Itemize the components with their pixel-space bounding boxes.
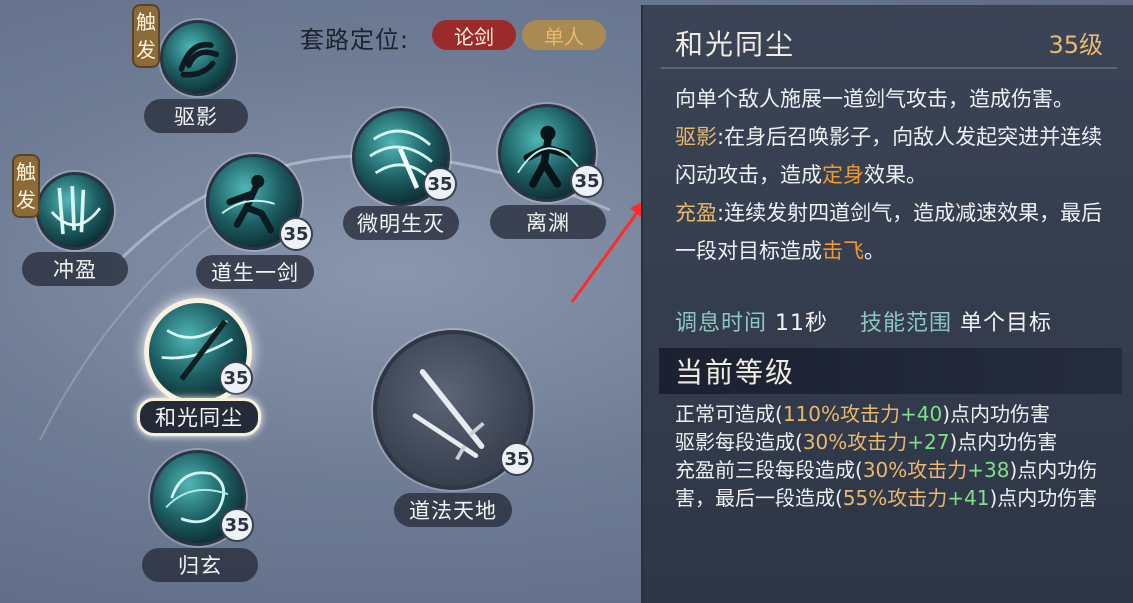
line-text: )点内功伤害 [989,486,1098,510]
qu-ying-label: 驱影 [675,125,717,149]
tag-solo: 单人 [522,20,606,50]
range-label: 技能范围 [860,311,953,336]
skill-stats: 调息时间 11秒 技能范围 单个目标 [675,305,1052,337]
skill-node-chong-ying[interactable] [36,172,114,250]
skill-level-badge: 35 [220,508,254,542]
damage-line: 驱影每段造成(30%攻击力+27)点内功伤害 [675,428,1115,456]
line-percent: 30%攻击力 [862,458,968,482]
current-level-heading: 当前等级 [659,348,1122,394]
spinning-swords-icon [50,186,102,235]
desc-main: 向单个敌人施展一道剑气攻击，造成伤害。 [675,87,1074,111]
current-level-details: 正常可造成(110%攻击力+40)点内功伤害 驱影每段造成(30%攻击力+27)… [675,400,1115,512]
trigger-badge: 触发 [132,4,160,68]
skill-label-qu-ying[interactable]: 驱影 [144,99,248,133]
skill-detail-panel: 和光同尘 35级 向单个敌人施展一道剑气攻击，造成伤害。 驱影:在身后召唤影子，… [641,5,1133,603]
chong-ying-text-a: :连续发射四道剑气，造成减速效果，最后一段对目标造成 [675,201,1103,263]
trigger-char-2: 发 [136,38,156,62]
skill-label-dao-fa-tian-di[interactable]: 道法天地 [394,493,512,527]
line-percent: 110%攻击力 [782,402,900,426]
cooldown-label: 调息时间 [675,311,768,336]
range-value: 单个目标 [960,311,1053,336]
line-text: 充盈前三段每段造成( [675,458,863,482]
skill-level-badge: 35 [500,442,534,476]
skill-level-badge: 35 [279,217,313,251]
qu-ying-text-b: 效果。 [864,163,927,187]
trigger-char-1: 触 [136,10,156,34]
skill-label-gui-xuan[interactable]: 归玄 [142,548,258,582]
line-text: )点内功伤害 [949,430,1058,454]
divider [661,67,1117,69]
line-bonus: +41 [947,486,990,510]
trigger-char-2: 发 [16,188,36,212]
skill-tree-connectors [39,153,611,441]
chong-ying-keyword: 击飞 [822,239,864,263]
skill-title: 和光同尘 [675,28,796,61]
line-bonus: +38 [967,458,1010,482]
damage-line: 正常可造成(110%攻击力+40)点内功伤害 [675,400,1115,428]
skill-label-chong-ying[interactable]: 冲盈 [22,252,128,286]
line-percent: 55%攻击力 [842,486,948,510]
trigger-badge: 触发 [12,154,40,218]
skill-node-qu-ying[interactable] [160,20,236,96]
skill-level: 35级 [1048,31,1103,59]
grasping-hand-icon [178,41,220,78]
cooldown-value: 11秒 [775,311,829,336]
chong-ying-label: 充盈 [675,201,717,225]
qu-ying-keyword: 定身 [822,163,864,187]
line-text: 正常可造成( [675,402,783,426]
skill-label-dao-sheng-yi-jian[interactable]: 道生一剑 [196,255,314,289]
line-bonus: +27 [907,430,950,454]
skill-description: 向单个敌人施展一道剑气攻击，造成伤害。 驱影:在身后召唤影子，向敌人发起突进并连… [675,80,1115,270]
chong-ying-text-b: 。 [864,239,885,263]
damage-line: 充盈前三段每段造成(30%攻击力+38)点内功伤害，最后一段造成(55%攻击力+… [675,456,1115,512]
line-text: 驱影每段造成( [675,430,803,454]
skill-label-wei-ming-sheng-mie[interactable]: 微明生灭 [343,206,459,240]
trigger-char-1: 触 [16,160,36,184]
skill-level-badge: 35 [219,361,253,395]
skill-level-badge: 35 [423,167,457,201]
line-text: )点内功伤害 [942,402,1051,426]
skill-label-he-guang-tong-chen[interactable]: 和光同尘 [137,398,261,436]
line-bonus: +40 [900,402,943,426]
tag-pvp: 论剑 [432,20,516,50]
build-position-label: 套路定位: [300,26,410,54]
line-percent: 30%攻击力 [802,430,908,454]
